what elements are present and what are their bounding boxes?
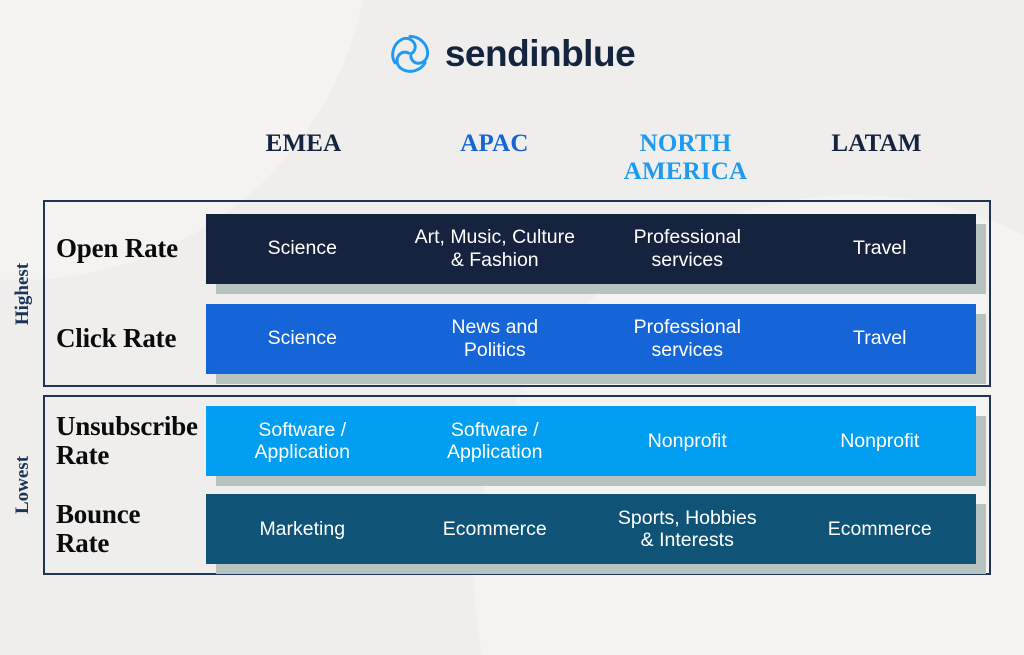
cell-open-rate-apac: Art, Music, Culture & Fashion bbox=[414, 226, 575, 271]
cell-click-rate-north-america: Professional services bbox=[633, 316, 741, 361]
panel-highest: Open Rate Science Art, Music, Culture & F… bbox=[43, 200, 991, 387]
cell-unsubscribe-rate-apac: Software / Application bbox=[447, 418, 543, 463]
bar-unsubscribe-rate: Software / Application Software / Applicat… bbox=[206, 406, 986, 486]
brand-logo: sendinblue bbox=[0, 33, 1024, 75]
cell-unsubscribe-rate-emea: Software / Application bbox=[254, 418, 350, 463]
cell-bounce-rate-apac: Ecommerce bbox=[442, 517, 547, 540]
infographic-canvas: sendinblue EMEA APAC NORTH AMERICA LATAM … bbox=[0, 0, 1024, 655]
cell-click-rate-emea: Science bbox=[267, 327, 337, 350]
cell-unsubscribe-rate-latam: Nonprofit bbox=[840, 429, 920, 452]
table-row: Unsubscribe Rate Software / Application So… bbox=[45, 397, 989, 486]
row-label-click-rate: Click Rate bbox=[56, 322, 177, 353]
column-header-emea: EMEA bbox=[265, 130, 342, 157]
bar-bounce-rate: Marketing Ecommerce Sports, Hobbies & Int… bbox=[206, 494, 986, 574]
column-header-latam: LATAM bbox=[831, 130, 922, 157]
bar-open-rate: Science Art, Music, Culture & Fashion Pro… bbox=[206, 213, 986, 294]
row-label-open-rate: Open Rate bbox=[56, 232, 178, 263]
column-header-apac: APAC bbox=[460, 130, 529, 157]
table-row: Click Rate Science News and Politics Prof… bbox=[45, 294, 989, 384]
cell-open-rate-emea: Science bbox=[267, 237, 337, 260]
cell-bounce-rate-north-america: Sports, Hobbies & Interests bbox=[617, 506, 757, 551]
cell-click-rate-apac: News and Politics bbox=[451, 316, 539, 361]
brand-name: sendinblue bbox=[444, 33, 636, 74]
cell-bounce-rate-emea: Marketing bbox=[259, 517, 346, 540]
column-header-row: EMEA APAC NORTH AMERICA LATAM bbox=[208, 130, 972, 186]
row-label-bounce-rate: Bounce Rate bbox=[56, 498, 141, 558]
axis-label-highest: Highest bbox=[12, 262, 33, 326]
bar-click-rate: Science News and Politics Professional ser… bbox=[206, 303, 986, 384]
sendinblue-pinwheel-icon bbox=[389, 33, 431, 75]
axis-label-lowest: Lowest bbox=[12, 455, 33, 515]
panel-lowest: Unsubscribe Rate Software / Application So… bbox=[43, 395, 991, 575]
cell-unsubscribe-rate-north-america: Nonprofit bbox=[647, 429, 727, 452]
cell-open-rate-latam: Travel bbox=[853, 237, 907, 260]
table-row: Open Rate Science Art, Music, Culture & F… bbox=[45, 204, 989, 294]
column-header-north-america: NORTH AMERICA bbox=[623, 130, 748, 185]
cell-click-rate-latam: Travel bbox=[853, 327, 907, 350]
row-label-unsubscribe-rate: Unsubscribe Rate bbox=[56, 410, 198, 470]
table-row: Bounce Rate Marketing Ecommerce Sports, H… bbox=[45, 485, 989, 574]
cell-bounce-rate-latam: Ecommerce bbox=[827, 517, 932, 540]
cell-open-rate-north-america: Professional services bbox=[633, 226, 741, 271]
